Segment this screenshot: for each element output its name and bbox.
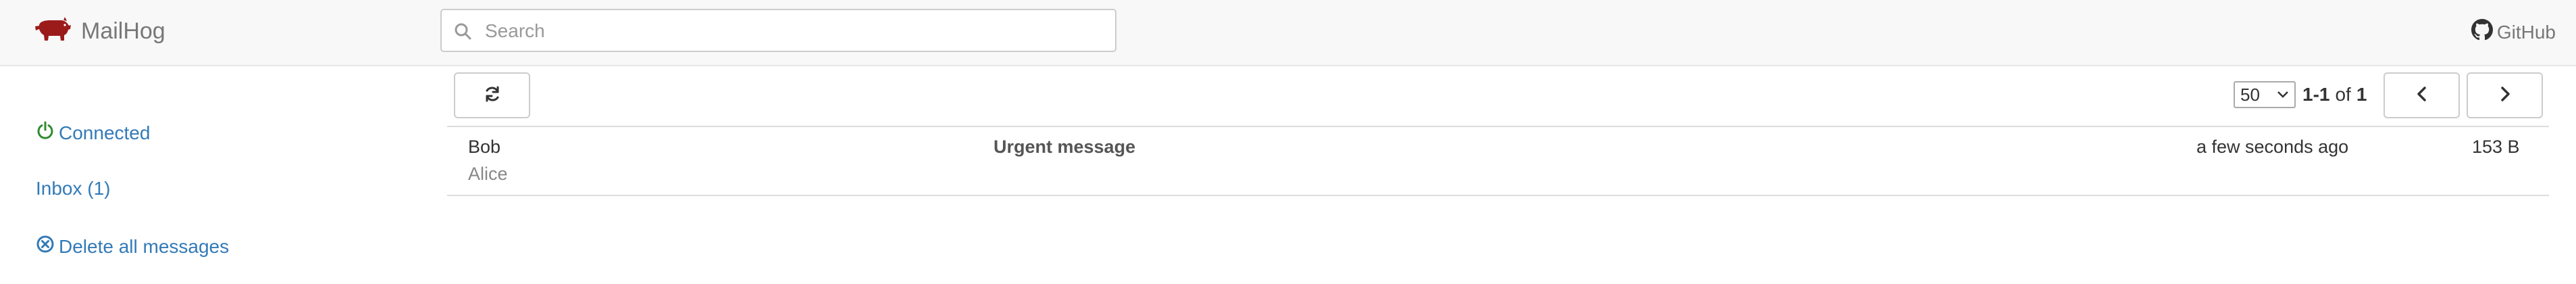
message-subject: Urgent message	[994, 137, 1136, 157]
message-from: Bob	[468, 137, 501, 157]
page-range: 1-1	[2302, 84, 2330, 105]
list-bottom-divider	[447, 195, 2549, 196]
remove-circle-icon	[36, 235, 59, 258]
refresh-icon	[483, 85, 502, 107]
page-total: 1	[2356, 84, 2367, 105]
chevron-right-icon	[2496, 85, 2515, 107]
github-icon	[2471, 19, 2497, 45]
page-size-select[interactable]: 50	[2234, 81, 2296, 108]
message-row[interactable]: Bob Alice Urgent message a few seconds a…	[447, 128, 2549, 195]
brand-link[interactable]: MailHog	[34, 15, 165, 47]
brand-name: MailHog	[81, 18, 165, 44]
sidebar-item-delete-all[interactable]: Delete all messages	[36, 235, 229, 258]
pig-icon	[34, 16, 72, 47]
message-time: a few seconds ago	[2196, 137, 2349, 157]
github-link[interactable]: GitHub	[2471, 19, 2556, 45]
scrollbar[interactable]	[2571, 72, 2576, 78]
sidebar: Connected Inbox (1) Delete all messages	[0, 66, 432, 284]
power-icon	[36, 121, 59, 145]
connected-label: Connected	[59, 122, 151, 143]
message-size: 153 B	[2472, 137, 2520, 157]
search-box[interactable]	[440, 9, 1116, 52]
next-page-button[interactable]	[2467, 72, 2543, 118]
delete-all-label: Delete all messages	[59, 235, 230, 257]
previous-page-button[interactable]	[2384, 72, 2460, 118]
github-label: GitHub	[2496, 21, 2556, 43]
search-input[interactable]	[484, 17, 1094, 45]
sidebar-item-connected[interactable]: Connected	[36, 121, 150, 145]
chevron-left-icon	[2413, 85, 2431, 107]
pagination-info: 50 1-1 of 1	[2234, 80, 2372, 110]
top-navbar: MailHog GitHub	[0, 0, 2576, 66]
inbox-label: Inbox (1)	[36, 178, 111, 199]
sidebar-item-inbox[interactable]: Inbox (1)	[36, 178, 111, 199]
page-size-value: 50	[2240, 84, 2260, 105]
refresh-button[interactable]	[454, 72, 530, 118]
list-top-divider	[447, 126, 2549, 127]
page-of-label: of	[2335, 84, 2351, 105]
message-to: Alice	[468, 164, 508, 184]
